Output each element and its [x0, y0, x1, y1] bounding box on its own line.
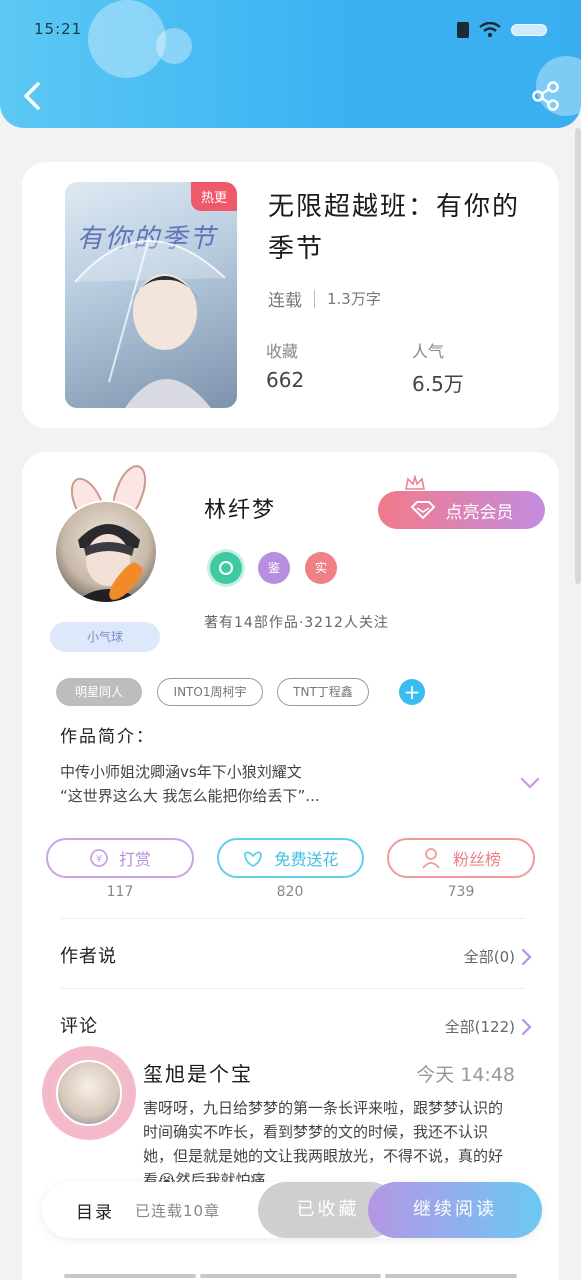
- book-meta: 连载 1.3万字: [268, 286, 381, 311]
- tip-button[interactable]: ¥ 打赏: [46, 838, 194, 878]
- status-time: 15:21: [34, 20, 83, 38]
- divider: [60, 918, 525, 919]
- expand-chevron-icon[interactable]: [520, 776, 540, 790]
- add-tag-button[interactable]: +: [399, 679, 425, 705]
- nav-indicator-right: [385, 1274, 517, 1278]
- favorites-value: 662: [266, 368, 305, 392]
- toc-button[interactable]: 目录: [76, 1198, 114, 1223]
- author-name: 林纤梦: [204, 498, 277, 523]
- author-level-tag: 小气球: [50, 622, 160, 652]
- intro-title: 作品简介：: [60, 727, 155, 747]
- tag-celebrity-fanfic[interactable]: 明星同人: [56, 678, 142, 706]
- intro-line-2: “这世界这么大 我怎么能把你给丢下”...: [60, 787, 320, 805]
- divider: [60, 988, 525, 989]
- flower-badge-icon: [219, 561, 233, 575]
- share-icon[interactable]: [531, 80, 561, 112]
- header: 15:21: [0, 0, 581, 128]
- meta-divider: [314, 289, 315, 308]
- crown-icon: [405, 475, 425, 490]
- author-avatar[interactable]: [54, 500, 158, 604]
- person-icon: [422, 848, 440, 869]
- free-flower-label: 免费送花: [274, 850, 339, 869]
- comments-title: 评论: [60, 1016, 98, 1037]
- free-flower-button[interactable]: 免费送花: [217, 838, 364, 878]
- chevron-right-icon[interactable]: [520, 1018, 532, 1036]
- member-button-label: 点亮会员: [445, 502, 514, 523]
- nav-indicator-left: [64, 1274, 196, 1278]
- fan-ranking-button[interactable]: 粉丝榜: [387, 838, 535, 878]
- popularity-value: 6.5万: [412, 372, 464, 396]
- commenter-avatar[interactable]: [56, 1060, 122, 1126]
- diamond-icon: [410, 501, 435, 520]
- flower-count: 820: [276, 884, 304, 900]
- commenter-name[interactable]: 玺旭是个宝: [143, 1058, 253, 1087]
- flower-icon: [244, 851, 263, 868]
- intro-line-1: 中传小师姐沈卿涵vs年下小狼刘耀文: [60, 763, 302, 781]
- book-info-card: 有你的季节 热更 无限超越班：有你的季节 连载 1.3万字 收藏 662 人气 …: [22, 162, 559, 428]
- tip-button-label: 打赏: [118, 850, 151, 869]
- hot-badge: 热更: [190, 182, 237, 211]
- comments-all-link[interactable]: 全部(122): [445, 1016, 515, 1037]
- umbrella-graphic: [74, 237, 226, 408]
- tip-count: 117: [106, 884, 134, 900]
- status-icons: [457, 22, 547, 38]
- favorites-label: 收藏: [266, 342, 299, 361]
- badge-verified[interactable]: 鉴: [258, 552, 290, 584]
- coin-icon: ¥: [90, 849, 108, 867]
- nav-indicator-middle: [200, 1274, 381, 1278]
- decor-bubble: [88, 0, 166, 78]
- fan-count: 739: [447, 884, 475, 900]
- badge-real[interactable]: 实: [305, 552, 337, 584]
- comment-time: 今天 14:48: [416, 1064, 515, 1086]
- wifi-icon: [479, 22, 501, 38]
- word-count: 1.3万字: [327, 290, 381, 308]
- author-stats: 著有14部作品·3212人关注: [204, 615, 389, 631]
- chevron-right-icon[interactable]: [520, 948, 532, 966]
- book-cover[interactable]: 有你的季节 热更: [65, 182, 237, 408]
- comment-text[interactable]: 害呀呀，九日给梦梦的第一条长评来啦，跟梦梦认识的时间确实不咋长，看到梦梦的文的时…: [143, 1096, 508, 1182]
- svg-text:¥: ¥: [96, 854, 102, 865]
- decor-bubble-small: [156, 28, 192, 64]
- intro-text: 中传小师姐沈卿涵vs年下小狼刘耀文 “这世界这么大 我怎么能把你给丢下”...: [60, 760, 470, 808]
- author-says-title: 作者说: [60, 946, 117, 967]
- sim-icon: [457, 22, 469, 38]
- chapter-count: 已连载10章: [135, 1202, 221, 1220]
- tag-into1[interactable]: INTO1周柯宇: [157, 678, 263, 706]
- fan-ranking-label: 粉丝榜: [452, 850, 501, 869]
- popularity-label: 人气: [412, 342, 445, 361]
- book-title: 无限超越班：有你的季节: [268, 192, 521, 264]
- continue-reading-button[interactable]: 继续阅读: [368, 1182, 542, 1238]
- serial-status: 连载: [268, 291, 302, 311]
- tag-tnt[interactable]: TNT丁程鑫: [277, 678, 369, 706]
- back-icon[interactable]: [18, 78, 48, 114]
- scrollbar[interactable]: [575, 128, 581, 584]
- badge-green[interactable]: [210, 552, 242, 584]
- activate-member-button[interactable]: 点亮会员: [378, 491, 545, 529]
- battery-icon: [511, 24, 547, 36]
- author-says-all-link[interactable]: 全部(0): [464, 946, 515, 967]
- avatar-figure: [74, 524, 143, 602]
